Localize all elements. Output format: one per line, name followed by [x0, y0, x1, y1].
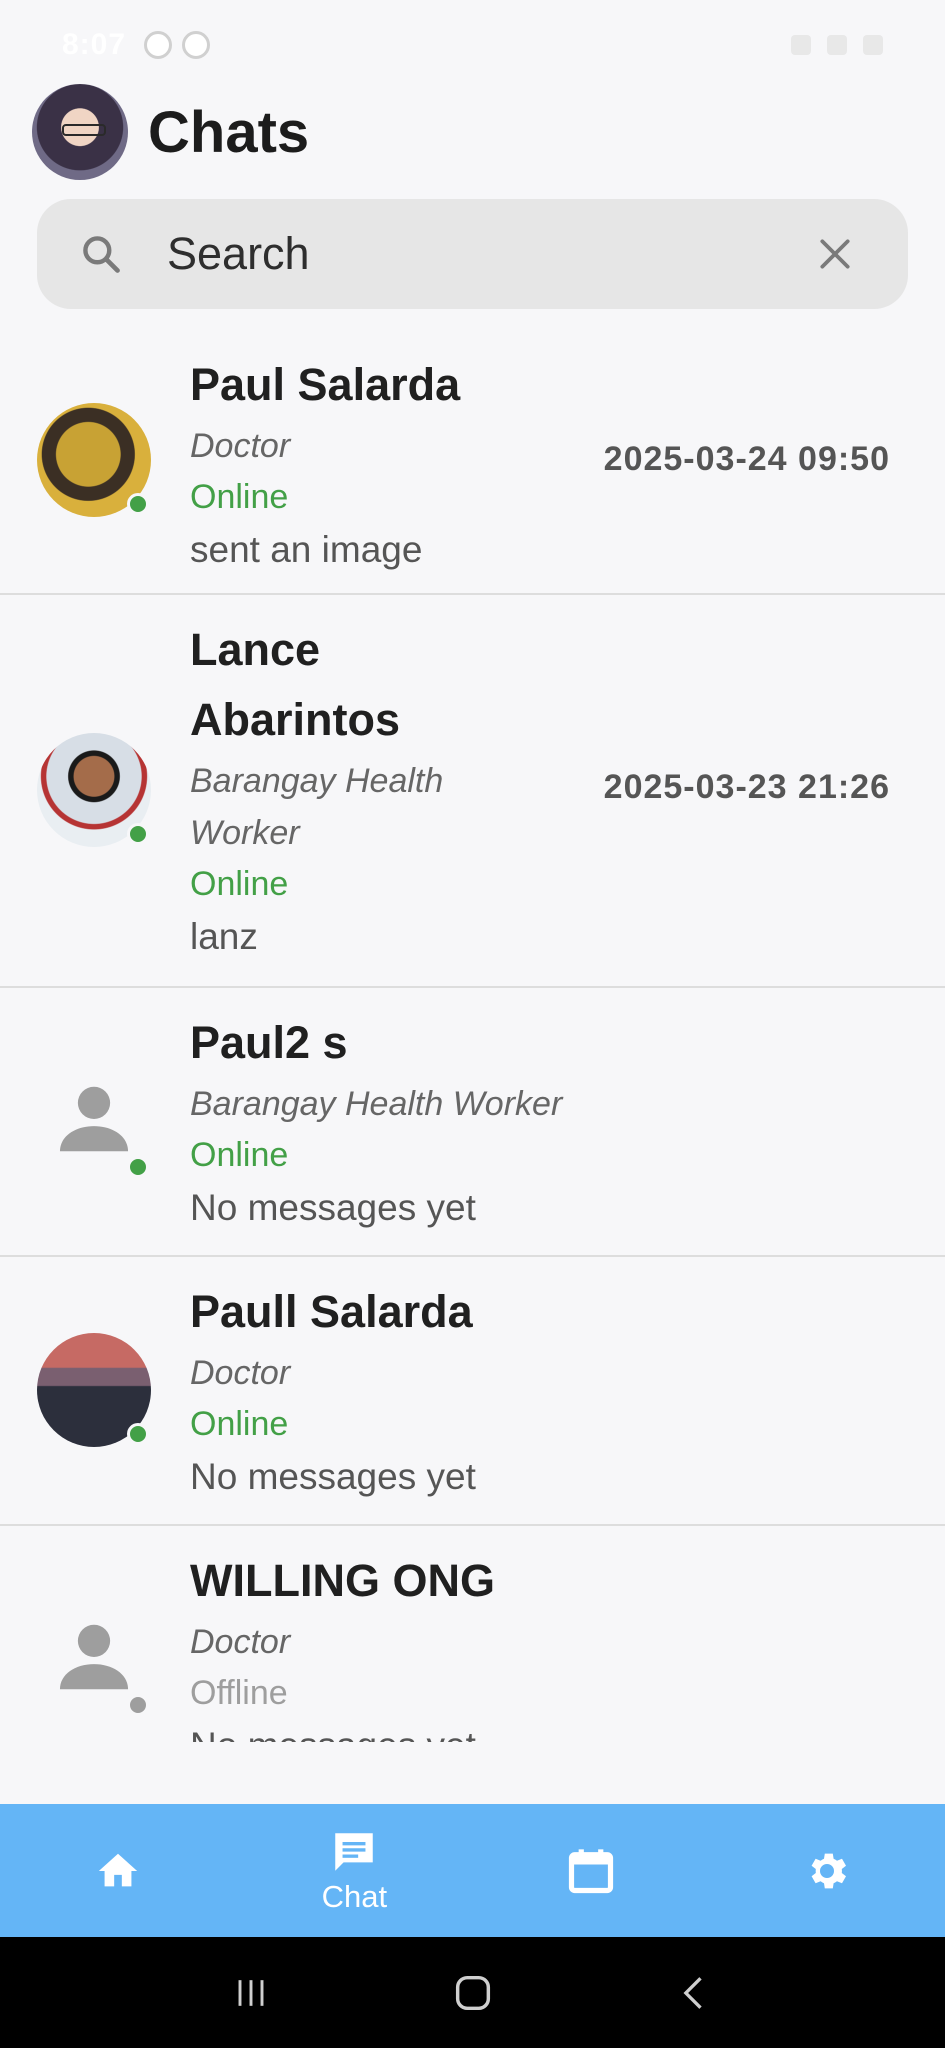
gear-icon	[811, 1853, 846, 1888]
recent-apps-icon[interactable]	[229, 1971, 273, 2015]
chat-item[interactable]: Paul Salarda Doctor Online sent an image…	[0, 330, 945, 595]
avatar	[37, 733, 151, 847]
calendar-icon	[568, 1848, 613, 1893]
contact-name: Paul2 s	[190, 1017, 348, 1068]
search-bar	[37, 199, 908, 309]
chat-icon	[335, 1832, 374, 1871]
contact-role: Barangay Health Worker	[190, 1085, 563, 1123]
chat-item[interactable]: Paul2 s Barangay Health Worker Online No…	[0, 988, 945, 1257]
chat-item[interactable]: Lance Abarintos Barangay Health Worker O…	[0, 595, 945, 988]
search-icon	[83, 236, 120, 273]
contact-name: WILLING ONG	[190, 1555, 495, 1606]
notification-icons	[144, 31, 211, 59]
status-time: 8:07	[62, 28, 127, 61]
nav-chat-label: Chat	[321, 1878, 388, 1914]
offline-status-dot	[127, 1694, 149, 1716]
nav-chat[interactable]: Chat	[236, 1804, 472, 1937]
status-bar: 8:07	[0, 0, 945, 90]
person-icon	[59, 1086, 129, 1152]
avatar	[37, 403, 151, 517]
header: Chats	[32, 84, 309, 180]
online-status-dot	[127, 823, 149, 845]
avatar	[37, 1604, 151, 1718]
nav-home[interactable]	[0, 1804, 236, 1937]
contact-role: Doctor	[190, 1354, 291, 1392]
timestamp: 2025-03-23 21:26	[603, 768, 890, 806]
presence-status: Online	[190, 478, 289, 516]
last-message: No messages yet	[190, 1456, 476, 1497]
wifi-icon	[827, 35, 847, 55]
last-message: No messages yet	[190, 1718, 890, 1742]
app-notification-icon	[144, 31, 173, 59]
page-title: Chats	[148, 99, 310, 165]
presence-status: Online	[190, 1405, 289, 1443]
app-notification-icon	[182, 31, 211, 59]
chat-item[interactable]: WILLING ONG Doctor Offline No messages y…	[0, 1526, 945, 1742]
contact-role: Doctor	[190, 1623, 291, 1661]
avatar	[37, 1333, 151, 1447]
clear-icon[interactable]	[816, 235, 854, 273]
contact-role: Barangay Health Worker	[190, 762, 444, 852]
system-nav-bar	[0, 1937, 945, 2048]
search-input[interactable]	[167, 228, 816, 280]
contact-name: Paull Salarda	[190, 1286, 473, 1337]
battery-icon	[863, 35, 883, 55]
online-status-dot	[127, 493, 149, 515]
contact-name: Lance Abarintos	[190, 624, 401, 745]
bottom-nav: Chat	[0, 1804, 945, 1937]
timestamp: 2025-03-24 09:50	[603, 440, 890, 478]
alarm-icon	[791, 35, 811, 55]
chat-item[interactable]: Paull Salarda Doctor Online No messages …	[0, 1257, 945, 1526]
online-status-dot	[127, 1156, 149, 1178]
presence-status: Online	[190, 1136, 289, 1174]
last-message: No messages yet	[190, 1187, 476, 1228]
profile-avatar[interactable]	[32, 84, 128, 180]
chat-list: Paul Salarda Doctor Online sent an image…	[0, 330, 945, 1742]
avatar	[37, 1066, 151, 1180]
nav-settings[interactable]	[709, 1804, 945, 1937]
online-status-dot	[127, 1423, 149, 1445]
last-message: sent an image	[190, 529, 423, 570]
last-message: lanz	[190, 916, 258, 957]
home-button-icon[interactable]	[450, 1970, 496, 2016]
presence-status: Online	[190, 865, 289, 903]
system-status-icons	[791, 35, 883, 55]
nav-calendar[interactable]	[473, 1804, 709, 1937]
presence-status: Offline	[190, 1674, 288, 1712]
contact-name: Paul Salarda	[190, 359, 461, 410]
home-icon	[98, 1853, 138, 1886]
person-icon	[59, 1624, 129, 1690]
back-icon[interactable]	[673, 1971, 717, 2015]
